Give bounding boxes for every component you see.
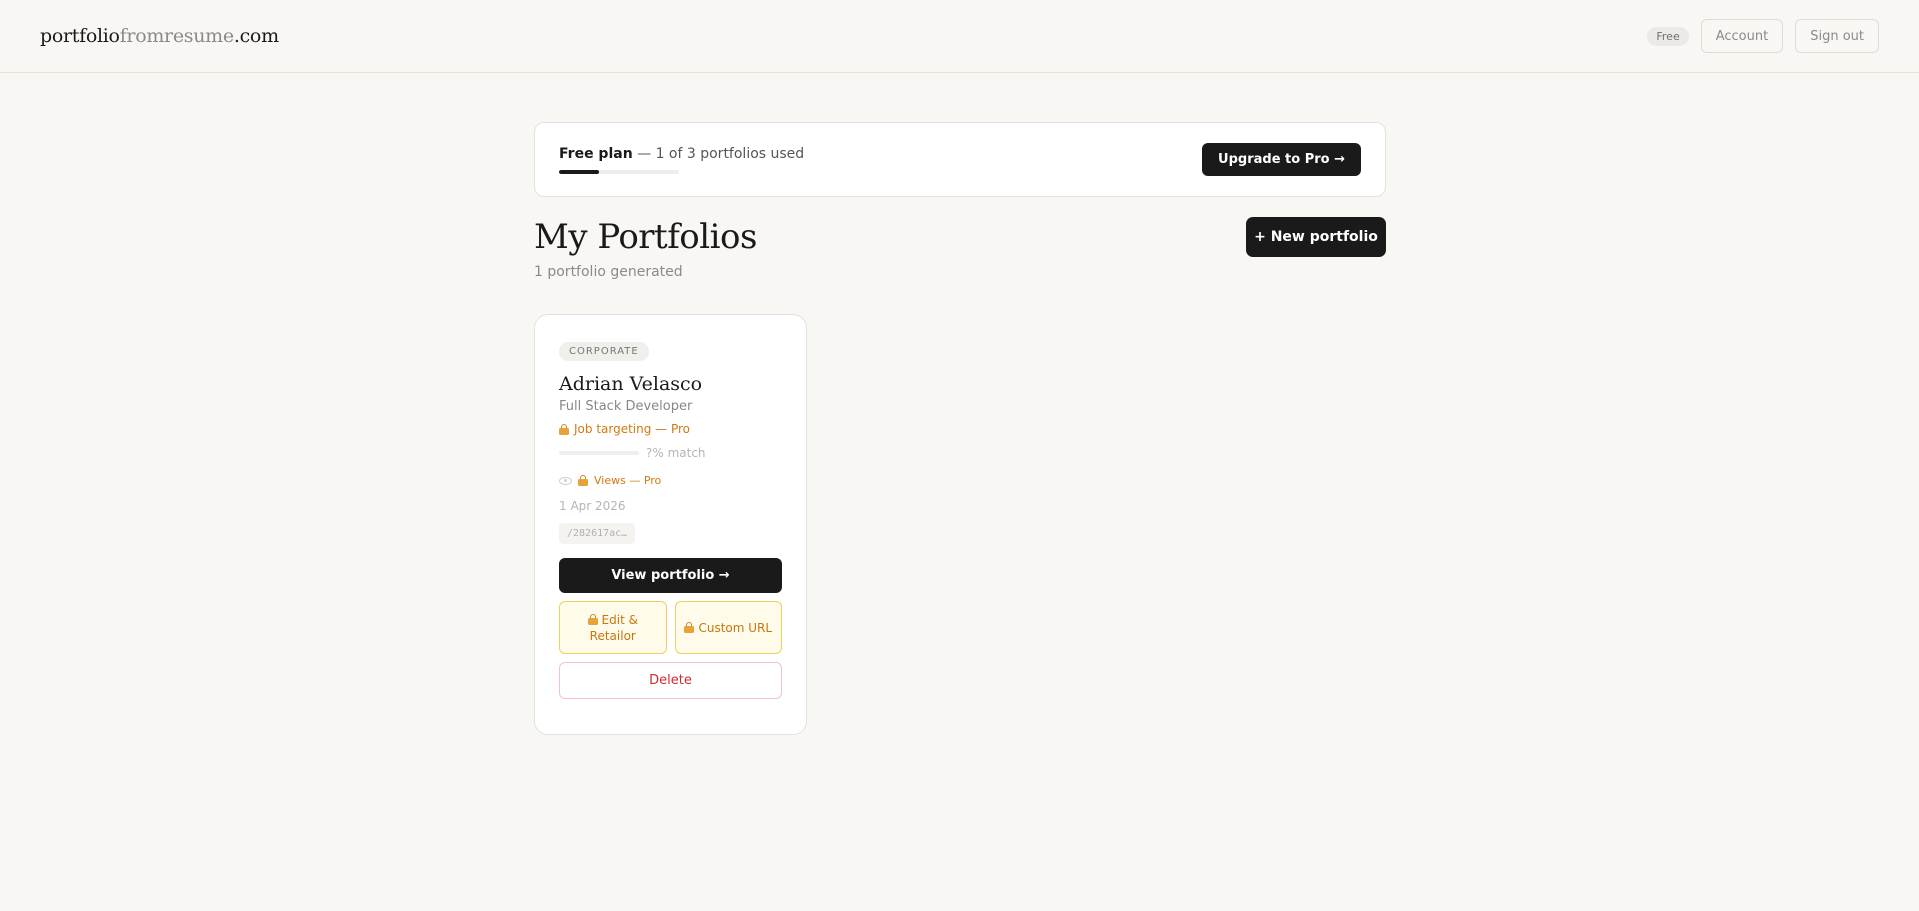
lock-icon: [684, 621, 695, 633]
plan-usage-text: Free plan — 1 of 3 portfolios used: [559, 146, 804, 162]
match-bar: [559, 451, 639, 455]
sign-out-button[interactable]: Sign out: [1795, 19, 1879, 53]
custom-url-label: Custom URL: [698, 620, 773, 635]
account-button[interactable]: Account: [1700, 19, 1784, 53]
plan-usage: — 1 of 3 portfolios used: [637, 145, 805, 162]
match-score: ?% match: [559, 446, 782, 460]
job-targeting-label: Job targeting — Pro: [574, 422, 691, 436]
job-targeting-locked[interactable]: Job targeting — Pro: [559, 422, 782, 436]
plan-usage-banner: Free plan — 1 of 3 portfolios used Upgra…: [534, 122, 1386, 197]
portfolio-card: CORPORATE Adrian Velasco Full Stack Deve…: [534, 314, 807, 735]
view-portfolio-button[interactable]: View portfolio →: [559, 558, 782, 593]
delete-portfolio-button[interactable]: Delete: [559, 662, 782, 699]
page-title: My Portfolios: [534, 217, 757, 257]
lock-icon: [587, 613, 598, 625]
header-actions: Free Account Sign out: [1647, 19, 1879, 53]
views-label: Views — Pro: [594, 474, 662, 487]
plan-name: Free plan: [559, 145, 633, 162]
portfolio-role: Full Stack Developer: [559, 399, 693, 414]
new-portfolio-button[interactable]: + New portfolio: [1246, 217, 1386, 257]
edit-retailor-button[interactable]: Edit & Retailor: [559, 601, 667, 654]
plan-badge: Free: [1647, 26, 1689, 46]
page-subtitle: 1 portfolio generated: [534, 264, 683, 280]
pro-actions: Edit & Retailor Custom URL: [559, 601, 782, 654]
portfolio-name: Adrian Velasco: [559, 373, 703, 395]
plan-usage-progress: [559, 169, 679, 174]
top-bar: portfoliofromresume.com Free Account Sig…: [0, 0, 1919, 73]
template-tag: CORPORATE: [559, 342, 649, 361]
lock-icon: [578, 475, 588, 486]
logo-part-com: .com: [233, 25, 279, 47]
plan-usage-progress-fill: [559, 169, 599, 174]
eye-icon: [559, 476, 572, 485]
match-text: ?% match: [646, 446, 706, 460]
custom-url-button[interactable]: Custom URL: [674, 601, 782, 654]
portfolio-slug: /282617ac…: [559, 523, 636, 544]
upgrade-to-pro-button[interactable]: Upgrade to Pro →: [1202, 143, 1361, 176]
lock-icon: [559, 423, 569, 435]
created-date: 1 Apr 2026: [559, 499, 626, 513]
views-locked[interactable]: Views — Pro: [559, 474, 782, 487]
logo-part-fromresume: fromresume: [119, 25, 234, 47]
logo-part-portfolio: portfolio: [40, 25, 120, 47]
plan-usage-info: Free plan — 1 of 3 portfolios used: [559, 146, 804, 174]
logo[interactable]: portfoliofromresume.com: [40, 25, 279, 47]
